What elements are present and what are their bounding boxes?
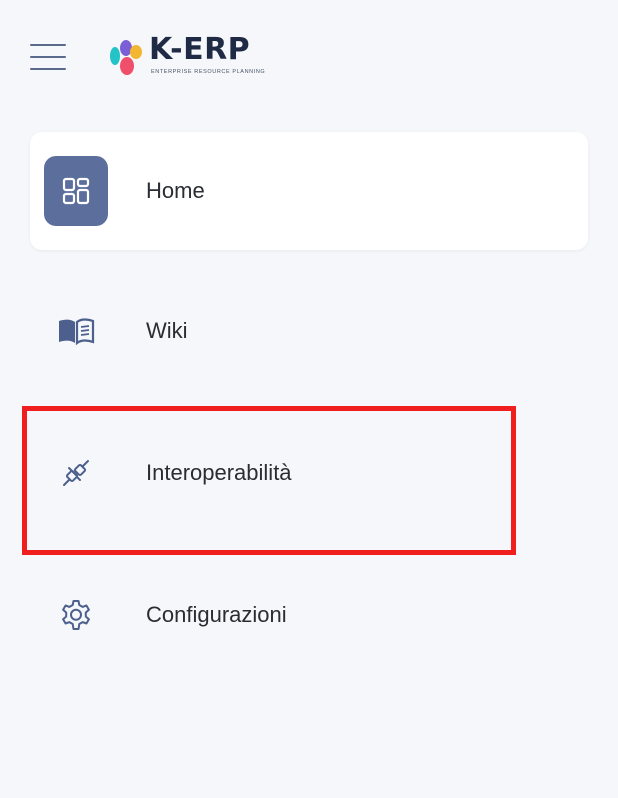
logo-tagline: ENTERPRISE RESOURCE PLANNING [151,69,266,75]
sidebar-item-interoperabilita[interactable]: Interoperabilità [30,414,588,532]
logo-wordmark: K-ERP [149,32,251,67]
sidebar-item-wiki[interactable]: Wiki [30,272,588,390]
menu-toggle-button[interactable] [30,44,66,70]
app-logo[interactable]: K-ERP ENTERPRISE RESOURCE PLANNING [107,32,282,80]
plug-connector-icon [63,460,89,486]
sidebar-item-label: Wiki [146,318,188,343]
sidebar-item-label: Home [146,178,205,203]
gear-icon [62,600,90,630]
logo-mark-icon [110,40,142,75]
hamburger-menu-icon-bar [30,68,66,70]
hamburger-menu-icon-bar [30,56,66,58]
hamburger-menu-icon-bar [30,44,66,46]
sidebar-item-home[interactable]: Home [30,132,588,250]
sidebar-item-icon-box [44,438,108,508]
sidebar-item-label: Interoperabilità [146,460,292,485]
sidebar-item-icon-box [44,156,108,226]
sidebar-item-label: Configurazioni [146,602,287,627]
dashboard-grid-icon [62,177,90,205]
book-icon [59,318,95,346]
sidebar-item-icon-box [44,580,108,650]
sidebar-item-icon-box [44,296,108,366]
sidebar-item-configurazioni[interactable]: Configurazioni [30,556,588,674]
